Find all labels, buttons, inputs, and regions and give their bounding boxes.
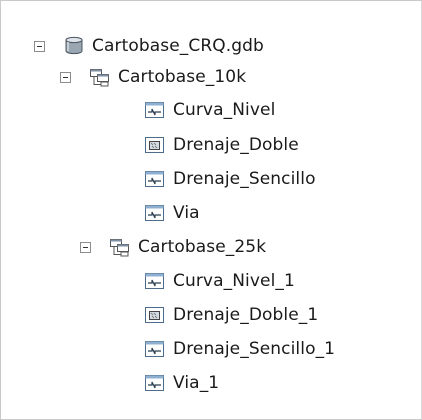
tree-node-geodatabase[interactable]: Cartobase_CRQ.gdb [34, 31, 264, 61]
tree-node-label: Drenaje_Doble [173, 135, 299, 155]
collapse-toggle[interactable] [80, 241, 91, 253]
tree-node-feature-class[interactable]: Drenaje_Doble [144, 130, 299, 160]
line-feature-class-icon [145, 205, 164, 221]
feature-dataset-icon [90, 69, 109, 87]
polygon-feature-class-icon [145, 307, 164, 323]
tree-node-feature-class[interactable]: Via [144, 198, 200, 228]
tree-node-feature-class[interactable]: Drenaje_Sencillo [144, 164, 316, 194]
line-feature-class-icon [145, 375, 164, 391]
tree-node-label: Drenaje_Doble_1 [173, 305, 319, 325]
collapse-toggle[interactable] [34, 40, 45, 52]
tree-node-feature-dataset[interactable]: Cartobase_10k [60, 62, 246, 92]
polygon-feature-class-icon [145, 137, 164, 153]
tree-node-label: Curva_Nivel [173, 100, 276, 120]
line-feature-class-icon [145, 171, 164, 187]
geodatabase-icon [65, 36, 83, 55]
tree-node-label: Drenaje_Sencillo_1 [173, 339, 336, 359]
tree-node-label: Drenaje_Sencillo [173, 169, 316, 189]
tree-node-label: Cartobase_CRQ.gdb [92, 36, 264, 56]
catalog-tree-panel: Cartobase_CRQ.gdb Cartobase_10k Curva_Ni… [0, 0, 422, 420]
line-feature-class-icon [145, 273, 164, 289]
line-feature-class-icon [145, 102, 164, 118]
collapse-toggle[interactable] [60, 71, 71, 83]
tree-node-feature-class[interactable]: Curva_Nivel [144, 95, 275, 125]
line-feature-class-icon [145, 341, 164, 357]
tree-node-feature-class[interactable]: Drenaje_Sencillo_1 [144, 334, 335, 364]
tree-node-feature-class[interactable]: Via_1 [144, 368, 219, 398]
tree-node-feature-dataset[interactable]: Cartobase_25k [80, 232, 266, 262]
tree-node-label: Cartobase_25k [138, 237, 267, 257]
tree-node-feature-class[interactable]: Curva_Nivel_1 [144, 266, 295, 296]
tree-node-label: Curva_Nivel_1 [173, 271, 295, 291]
tree-node-feature-class[interactable]: Drenaje_Doble_1 [144, 300, 318, 330]
tree-node-label: Cartobase_10k [118, 67, 247, 87]
feature-dataset-icon [110, 239, 129, 257]
tree-node-label: Via_1 [173, 373, 220, 393]
tree-node-label: Via [173, 203, 200, 223]
